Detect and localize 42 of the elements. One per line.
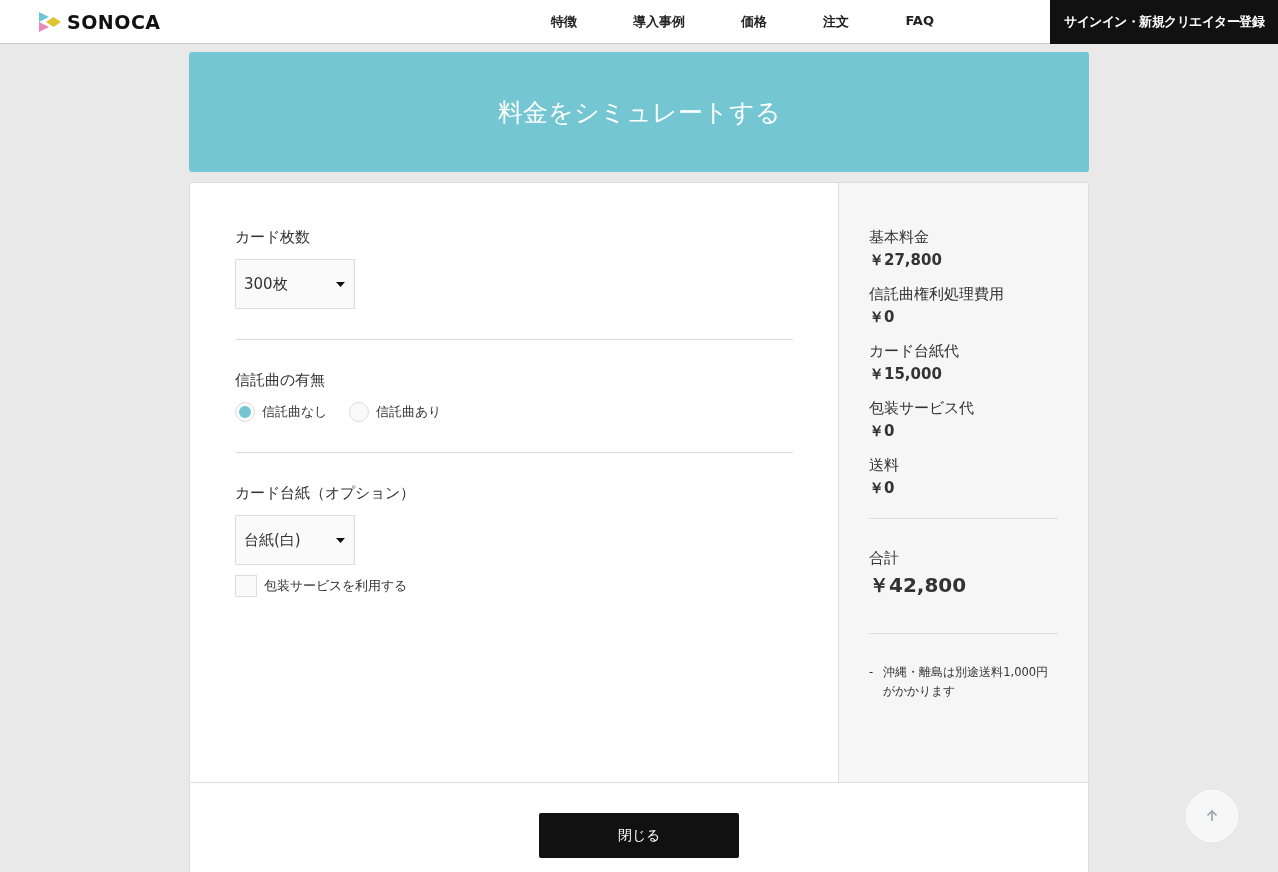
caret-icon [336,537,345,543]
logo-icon [39,11,61,32]
fee-amount: ￥27,800 [869,251,943,270]
nav-link[interactable]: 価格 [713,12,796,31]
modal-title: 料金をシミュレートする [497,96,781,129]
checkbox[interactable] [235,575,257,597]
fee-label: 送料 [869,456,900,475]
fee-label: 信託曲権利処理費用 [869,285,1005,304]
nav-link[interactable]: FAQ [877,12,962,31]
up-arrow-icon [1206,810,1218,822]
radio-option[interactable]: 信託曲あり [349,402,441,422]
caret-icon [336,281,345,287]
checkbox-option[interactable]: 包装サービスを利用する [235,575,407,597]
field-label: カード台紙（オプション） [235,484,415,503]
select-dropdown[interactable]: 台紙(白) [235,515,355,565]
bullet-mark: - [869,664,874,681]
select-dropdown[interactable]: 300枚 [235,259,355,309]
total-amount: ￥42,800 [869,572,968,599]
field-label: カード枚数 [235,228,310,247]
back-to-top-button[interactable] [1186,790,1238,842]
shipping-note: 沖縄・離島は別途送料1,000円がかかります [883,664,1050,700]
radio-option[interactable]: 信託曲なし [235,402,327,422]
nav-link[interactable]: 特徴 [523,12,606,31]
fee-label: カード台紙代 [869,342,960,361]
checkbox-label: 包装サービスを利用する [264,577,407,595]
close-button[interactable]: 閉じる [539,813,739,858]
fee-amount: ￥15,000 [869,365,943,384]
signin-button[interactable]: サインイン・新規クリエイター登録 [1050,0,1278,44]
nav-link[interactable]: 注文 [795,12,878,31]
fee-amount: ￥0 [869,308,896,327]
radio-button[interactable] [349,402,369,422]
field-label: 信託曲の有無 [235,371,325,390]
radio-label: 信託曲あり [376,403,441,421]
nav-link[interactable]: 導入事例 [605,12,714,31]
fee-amount: ￥0 [869,479,896,498]
fee-amount: ￥0 [869,422,896,441]
radio-button[interactable] [235,402,255,422]
fee-label: 基本料金 [869,228,930,247]
site-logo[interactable]: SONOCA [67,10,161,33]
fee-label: 包装サービス代 [869,399,975,418]
radio-label: 信託曲なし [262,403,327,421]
total-label: 合計 [869,549,900,568]
